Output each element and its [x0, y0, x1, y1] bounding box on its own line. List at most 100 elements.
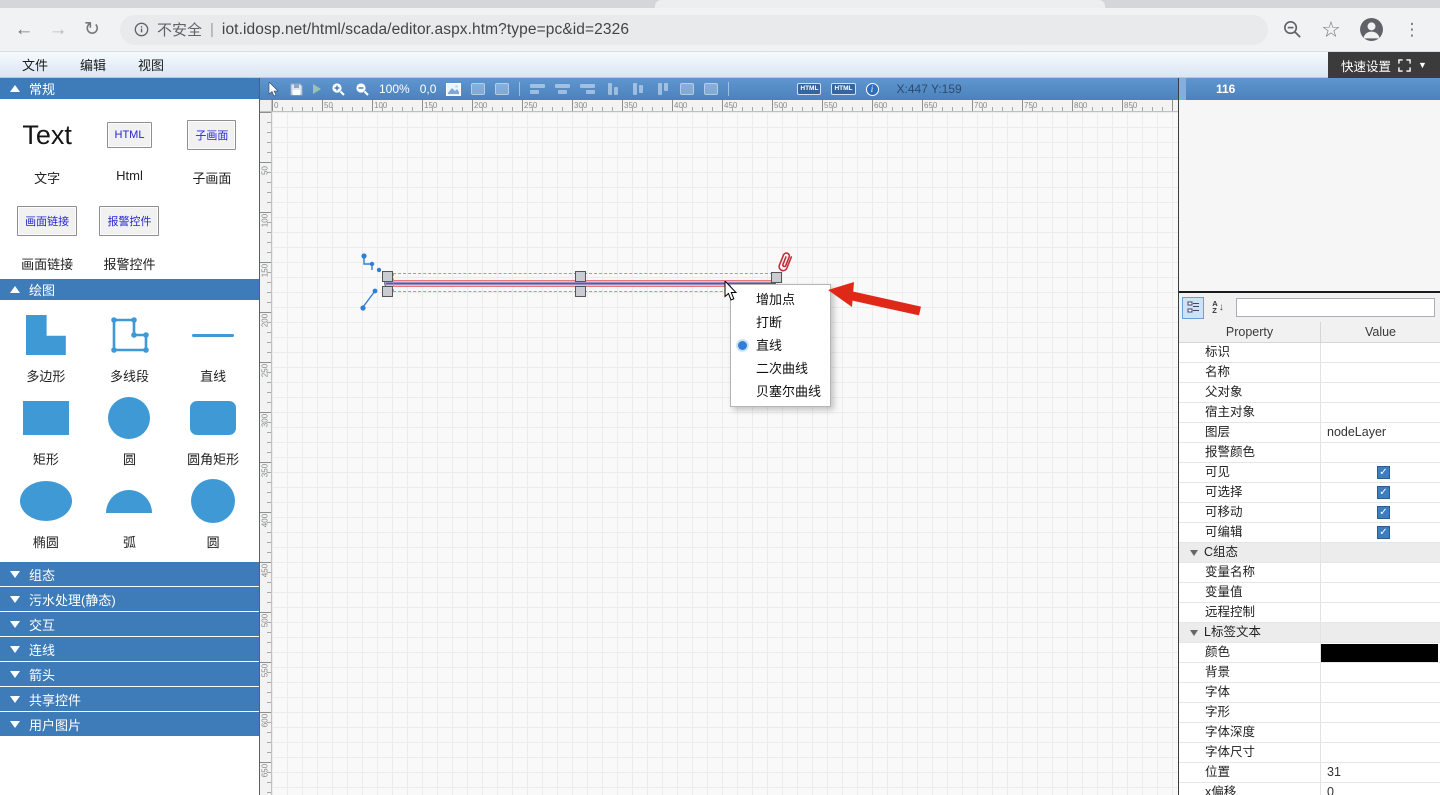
property-row-4[interactable]: 图层nodeLayer	[1179, 423, 1440, 443]
select-cursor-icon[interactable]	[268, 82, 280, 97]
menu-item-2[interactable]: 视图	[122, 52, 180, 77]
property-row-6[interactable]: 可见✓	[1179, 463, 1440, 483]
group-icon[interactable]	[471, 83, 485, 95]
property-row-9[interactable]: 可编辑✓	[1179, 523, 1440, 543]
palette-item[interactable]: 画面链接画面链接	[6, 197, 88, 273]
quick-settings-caret-icon[interactable]: ▼	[1418, 60, 1427, 70]
property-row-0[interactable]: 标识	[1179, 343, 1440, 363]
property-row-12[interactable]: 变量值	[1179, 583, 1440, 603]
context-menu-item-3[interactable]: 二次曲线	[731, 357, 830, 380]
zoom-out-icon[interactable]	[1282, 19, 1303, 40]
palette-item[interactable]: 子画面子画面	[171, 111, 253, 187]
distribute-h-icon[interactable]	[680, 83, 694, 95]
html-export-icon[interactable]: HTML	[797, 83, 821, 96]
background-image-icon[interactable]	[446, 83, 461, 96]
save-icon[interactable]	[290, 83, 303, 96]
palette-shape-polygon[interactable]: 多边形	[4, 308, 88, 385]
resize-handle[interactable]	[575, 271, 586, 282]
distribute-v-icon[interactable]	[704, 83, 718, 95]
property-value[interactable]: ✓	[1321, 463, 1440, 482]
checkbox-checked-icon[interactable]: ✓	[1377, 486, 1390, 499]
property-row-13[interactable]: 远程控制	[1179, 603, 1440, 623]
ungroup-icon[interactable]	[495, 83, 509, 95]
property-row-14[interactable]: L标签文本	[1179, 623, 1440, 643]
object-tree-area[interactable]	[1179, 100, 1440, 293]
property-row-5[interactable]: 报警颜色	[1179, 443, 1440, 463]
section-header-general[interactable]: 常规	[0, 78, 259, 99]
property-value[interactable]: nodeLayer	[1321, 423, 1440, 442]
property-value[interactable]	[1321, 683, 1440, 702]
property-row-7[interactable]: 可选择✓	[1179, 483, 1440, 503]
context-menu-item-1[interactable]: 打断	[731, 311, 830, 334]
property-value[interactable]	[1321, 363, 1440, 382]
back-icon[interactable]: ←	[10, 16, 38, 44]
bookmark-star-icon[interactable]: ☆	[1317, 16, 1345, 44]
profile-avatar-icon[interactable]	[1359, 17, 1384, 42]
zoom-out-icon[interactable]	[355, 82, 369, 96]
checkbox-checked-icon[interactable]: ✓	[1377, 466, 1390, 479]
browser-active-tab[interactable]	[655, 0, 1105, 8]
align-bottom-icon[interactable]	[655, 83, 670, 95]
connector-anchor-icon[interactable]	[360, 252, 384, 274]
property-value[interactable]	[1321, 703, 1440, 722]
zoom-in-icon[interactable]	[331, 82, 345, 96]
palette-shape-line[interactable]: 直线	[171, 308, 255, 385]
palette-item[interactable]: 报警控件报警控件	[88, 197, 170, 273]
section-header-collapsed-6[interactable]: 用户图片	[0, 712, 259, 736]
property-value[interactable]: 31	[1321, 763, 1440, 782]
forward-icon[interactable]: →	[44, 16, 72, 44]
quick-settings-button[interactable]: 快速设置 ▼	[1328, 52, 1440, 78]
align-right-icon[interactable]	[580, 83, 595, 95]
palette-item[interactable]: HTMLHtml	[88, 111, 170, 187]
menu-item-0[interactable]: 文件	[6, 52, 64, 77]
section-header-collapsed-1[interactable]: 污水处理(静态)	[0, 587, 259, 611]
property-value[interactable]	[1321, 443, 1440, 462]
palette-shape-polyline[interactable]: 多线段	[88, 308, 172, 385]
property-value[interactable]	[1321, 743, 1440, 762]
align-middle-icon[interactable]	[630, 83, 645, 95]
property-value[interactable]	[1321, 343, 1440, 362]
palette-shape-circle2[interactable]: 圆	[171, 474, 255, 551]
categorized-view-button[interactable]	[1182, 297, 1204, 319]
alphabetical-sort-button[interactable]: AZ ↓	[1207, 297, 1229, 319]
align-center-icon[interactable]	[555, 83, 570, 95]
palette-shape-circle[interactable]: 圆	[88, 391, 172, 468]
context-menu-item-4[interactable]: 贝塞尔曲线	[731, 380, 830, 403]
property-value[interactable]: ✓	[1321, 503, 1440, 522]
palette-shape-ellipse[interactable]: 椭圆	[4, 474, 88, 551]
align-left-icon[interactable]	[530, 83, 545, 95]
property-row-18[interactable]: 字形	[1179, 703, 1440, 723]
property-value[interactable]	[1321, 583, 1440, 602]
palette-shape-rect[interactable]: 矩形	[4, 391, 88, 468]
palette-shape-rounded-rect[interactable]: 圆角矩形	[171, 391, 255, 468]
context-menu-item-0[interactable]: 增加点	[731, 288, 830, 311]
property-row-2[interactable]: 父对象	[1179, 383, 1440, 403]
info-icon[interactable]	[134, 22, 149, 37]
dock-icon[interactable]	[1398, 59, 1411, 72]
property-value[interactable]	[1321, 663, 1440, 682]
property-value[interactable]	[1321, 603, 1440, 622]
align-top-icon[interactable]	[605, 83, 620, 95]
run-icon[interactable]	[313, 84, 321, 94]
property-value[interactable]	[1321, 643, 1440, 662]
info-icon[interactable]: i	[866, 83, 879, 96]
section-header-collapsed-2[interactable]: 交互	[0, 612, 259, 636]
property-row-22[interactable]: x偏移0	[1179, 783, 1440, 795]
property-value[interactable]: ✓	[1321, 483, 1440, 502]
section-header-draw[interactable]: 绘图	[0, 279, 259, 300]
connector-anchor-icon[interactable]	[358, 288, 380, 312]
section-header-collapsed-4[interactable]: 箭头	[0, 662, 259, 686]
section-header-collapsed-5[interactable]: 共享控件	[0, 687, 259, 711]
property-value[interactable]	[1321, 383, 1440, 402]
resize-handle[interactable]	[382, 286, 393, 297]
checkbox-checked-icon[interactable]: ✓	[1377, 526, 1390, 539]
reload-icon[interactable]: ↻	[78, 16, 106, 44]
panel-splitter[interactable]	[1179, 78, 1186, 100]
resize-handle[interactable]	[382, 271, 393, 282]
section-header-collapsed-0[interactable]: 组态	[0, 562, 259, 586]
url-text[interactable]: iot.idosp.net/html/scada/editor.aspx.htm…	[222, 21, 629, 39]
html-preview-icon[interactable]: HTML	[831, 83, 855, 96]
property-value[interactable]	[1321, 403, 1440, 422]
resize-handle[interactable]	[771, 272, 782, 283]
property-row-1[interactable]: 名称	[1179, 363, 1440, 383]
